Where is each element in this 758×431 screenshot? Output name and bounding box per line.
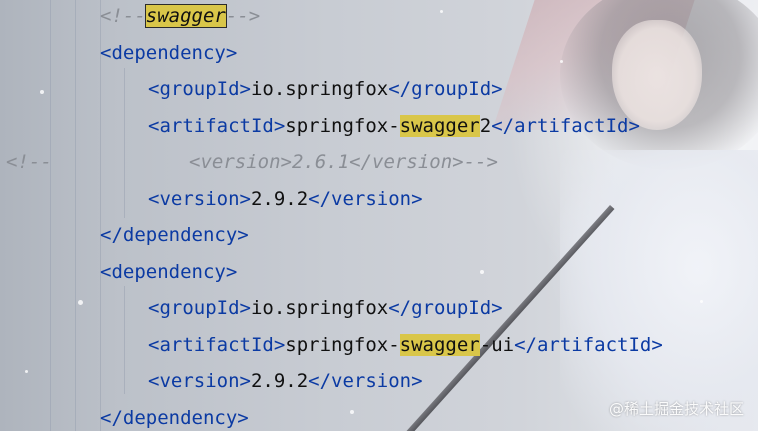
wallpaper-figure-hair [560,0,758,170]
xml-tag: </version> [308,370,423,392]
xml-tag: </groupId> [388,297,503,319]
xml-tag: <groupId> [148,297,251,319]
xml-tag: <dependency> [100,41,238,64]
xml-tag: </dependency> [100,406,249,429]
xml-text: io.springfox [250,297,389,319]
code-line[interactable]: <artifactId>springfox-swagger-ui</artifa… [148,328,663,362]
search-highlight: swagger [399,114,480,137]
xml-comment: --> [225,5,261,27]
search-highlight: swagger [144,4,227,28]
xml-tag: <version> [148,187,251,210]
xml-comment: <!-- [100,5,146,27]
code-line[interactable]: <version>2.9.2</version> [148,364,423,398]
xml-text: springfox- [285,114,400,137]
code-line[interactable]: </dependency> [100,218,249,252]
code-line[interactable]: <version>2.9.2</version> [148,182,423,216]
xml-comment: <version>2.6.1</version>--> [51,151,498,173]
xml-text: springfox- [285,333,400,356]
wallpaper-snowflake [700,300,703,303]
search-highlight: swagger [399,333,480,356]
indent-guide [124,286,125,394]
xml-tag: <artifactId> [148,333,286,356]
wallpaper-snowflake [350,410,354,414]
code-line[interactable]: <artifactId>springfox-swagger2</artifact… [148,109,640,143]
xml-tag: <groupId> [148,78,251,100]
code-line[interactable]: <dependency> [100,36,237,70]
xml-tag: <artifactId> [148,114,286,137]
wallpaper-snowflake [440,10,443,13]
code-line[interactable]: <!--swagger--> [100,0,260,33]
code-line[interactable]: </dependency> [100,401,249,431]
indent-guide [75,0,76,431]
wallpaper-figure-robe [560,150,758,431]
code-line[interactable]: <!-- <version>2.6.1</version>--> [6,145,498,179]
xml-text: -ui [479,333,515,356]
xml-comment: <!-- [6,151,52,173]
wallpaper-snowflake [78,300,83,305]
indent-guide [124,68,125,218]
xml-text: io.springfox [250,78,389,100]
code-line[interactable]: <groupId>io.springfox</groupId> [148,72,503,106]
indent-guide [50,0,51,431]
xml-tag: </dependency> [100,224,249,246]
code-editor[interactable]: <!--swagger--> <dependency> <groupId>io.sp… [0,0,758,431]
xml-tag: </groupId> [388,78,503,100]
wallpaper-snowflake [560,60,563,63]
xml-text: 2.9.2 [250,370,309,392]
wallpaper-snowflake [40,90,44,94]
xml-tag: <version> [148,370,251,392]
xml-tag: </artifactId> [491,114,640,137]
xml-text: 2.9.2 [250,187,309,210]
code-line[interactable]: <groupId>io.springfox</groupId> [148,291,503,325]
code-line[interactable]: <dependency> [100,255,237,289]
wallpaper-snowflake [25,370,28,373]
xml-tag: </version> [308,187,423,210]
wallpaper-snowflake [480,270,484,274]
xml-text: 2 [479,114,492,137]
xml-tag: </artifactId> [514,333,663,356]
xml-tag: <dependency> [100,260,238,283]
watermark: @稀土掘金技术社区 [608,400,744,418]
